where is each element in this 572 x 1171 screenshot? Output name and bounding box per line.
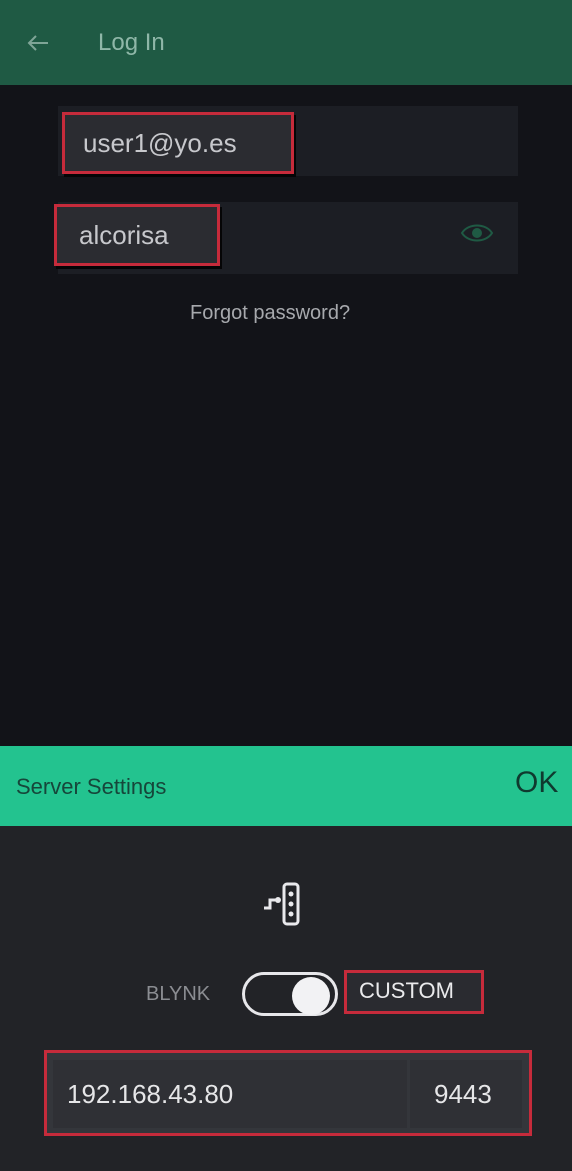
custom-mode-label[interactable]: CUSTOM (344, 970, 484, 1014)
blynk-mode-label: BLYNK (146, 983, 211, 1005)
top-app-bar (0, 0, 572, 85)
forgot-password-link[interactable]: Forgot password? (190, 300, 350, 326)
server-port-input[interactable]: 9443 (410, 1060, 522, 1128)
server-ip-input[interactable]: 192.168.43.80 (53, 1060, 407, 1128)
server-settings-title: Server Settings (16, 774, 167, 799)
email-field[interactable]: user1@yo.es (62, 112, 294, 174)
toggle-knob[interactable] (292, 977, 330, 1015)
eye-icon[interactable] (460, 220, 494, 246)
page-title: Log In (98, 29, 165, 56)
back-arrow-icon[interactable] (24, 32, 52, 54)
password-field[interactable]: alcorisa (54, 204, 220, 266)
server-connection-icon (258, 878, 314, 930)
ok-button[interactable]: OK (515, 764, 558, 802)
